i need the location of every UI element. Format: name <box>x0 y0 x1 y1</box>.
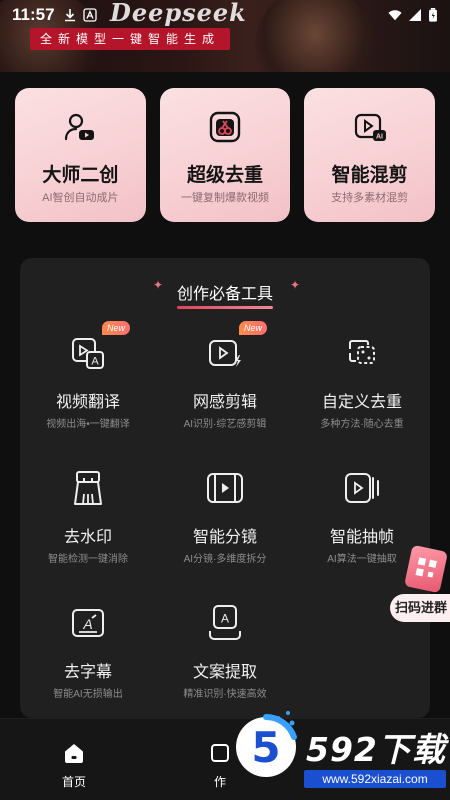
banner-slogan: 全新模型一键智能生成 <box>30 28 231 50</box>
nav-home[interactable]: 首页 <box>44 741 104 790</box>
tool-name: 自定义去重 <box>321 394 402 411</box>
watermark-logo-digit: 5 <box>251 723 280 772</box>
card-super-dedup[interactable]: 超级去重 一键复制爆款视频 <box>159 88 291 222</box>
wifi-icon <box>388 10 402 21</box>
tool-name: 文案提取 <box>192 664 257 681</box>
home-icon <box>65 744 83 763</box>
tool-desc: AI分镜·多维度拆分 <box>183 554 267 565</box>
custom-dedup-icon <box>349 340 375 364</box>
tool-custom-dedup[interactable]: 自定义去重 多种方法·随心去重 <box>294 333 430 453</box>
new-badge: New <box>102 321 131 335</box>
tool-name: 智能分镜 <box>192 529 257 546</box>
card-title: 智能混剪 <box>331 165 408 186</box>
signal-icon <box>409 9 421 21</box>
frame-extract-icon <box>345 473 379 503</box>
watermark-text: 592下载 <box>306 730 446 769</box>
panel-title: 创作必备工具 <box>20 280 430 309</box>
tool-desc: 智能检测一键消除 <box>48 554 128 565</box>
broom-icon <box>74 471 102 505</box>
svg-text:AI: AI <box>376 134 383 141</box>
tool-name: 去水印 <box>63 529 112 546</box>
tool-smart-storyboard[interactable]: 智能分镜 AI分镜·多维度拆分 <box>157 468 293 588</box>
tool-video-translate[interactable]: A New 视频翻译 视频出海•一键翻译 <box>20 321 156 453</box>
sparkle-icon: ✦ <box>290 278 301 292</box>
tool-remove-watermark[interactable]: 去水印 智能检测一键消除 <box>20 468 156 588</box>
card-smart-mix[interactable]: AI 智能混剪 支持多素材混剪 <box>304 88 436 222</box>
scan-label: 扫码进群 <box>390 594 450 622</box>
status-time: 11:57 <box>12 5 55 24</box>
svg-text:A: A <box>82 616 92 632</box>
tool-desc: AI识别·综艺感剪辑 <box>183 419 267 430</box>
font-icon <box>82 8 97 22</box>
new-badge: New <box>239 321 268 335</box>
svg-text:A: A <box>91 356 99 368</box>
ai-video-icon: AI <box>354 113 386 141</box>
download-icon <box>64 9 75 22</box>
tool-name: 去字幕 <box>63 664 112 681</box>
tool-name: 视频翻译 <box>55 394 120 411</box>
tool-name: 智能抽帧 <box>329 529 394 546</box>
battery-icon <box>429 8 437 22</box>
remove-subtitle-icon: A <box>72 609 104 637</box>
scissors-icon <box>209 111 241 143</box>
scan-join-group-button[interactable]: 扫码进群 <box>390 544 450 626</box>
card-subtitle: 支持多素材混剪 <box>331 192 409 204</box>
card-master-remix[interactable]: 大师二创 AI智创自动成片 <box>15 88 146 222</box>
tool-desc: 视频出海•一键翻译 <box>46 419 130 430</box>
tools-panel: ✦ 创作必备工具 ✦ A New 视频翻译 视频出海•一键翻译 New 网感剪辑… <box>20 258 430 718</box>
tool-web-edit[interactable]: New 网感剪辑 AI识别·综艺感剪辑 <box>157 321 293 453</box>
text-extract-icon: A <box>209 605 241 640</box>
status-bar: 11:57 <box>0 0 450 30</box>
tool-remove-subtitle[interactable]: A 去字幕 智能AI无损输出 <box>20 603 156 718</box>
card-title: 超级去重 <box>187 165 264 186</box>
tool-desc: 多种方法·随心去重 <box>320 419 404 430</box>
qr-code-icon <box>404 544 448 594</box>
watermark-logo: 5 <box>236 711 297 777</box>
card-subtitle: 一键复制爆款视频 <box>181 192 269 204</box>
nav-label: 首页 <box>61 775 86 789</box>
card-title: 大师二创 <box>42 165 119 186</box>
watermark-url: www.592xiazai.com <box>304 770 446 788</box>
user-video-icon <box>65 113 95 141</box>
watermark: 5 592下载 www.592xiazai.com <box>220 693 450 800</box>
tool-desc: 智能AI无损输出 <box>53 689 123 700</box>
card-subtitle: AI智创自动成片 <box>42 192 119 204</box>
translate-icon: A <box>72 338 104 369</box>
tool-name: 网感剪辑 <box>192 394 257 411</box>
feature-cards: 大师二创 AI智创自动成片 超级去重 一键复制爆款视频 AI 智能混剪 支持多素… <box>15 88 436 222</box>
flash-video-icon <box>209 340 241 367</box>
svg-text:A: A <box>221 612 229 626</box>
storyboard-icon <box>207 473 243 503</box>
